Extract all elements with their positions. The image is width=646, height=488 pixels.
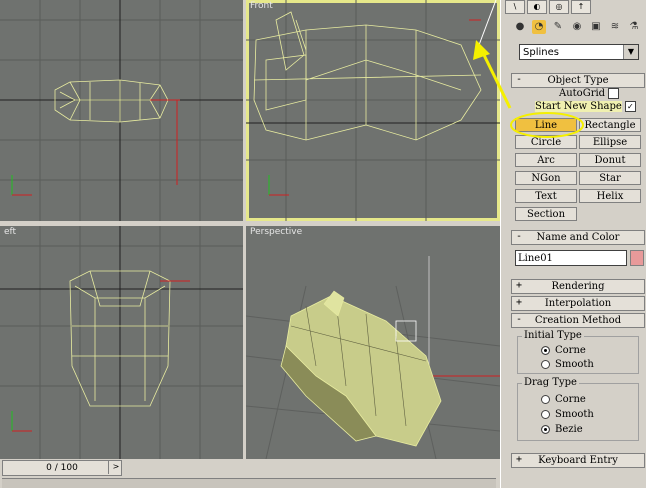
start-new-shape-row[interactable]: Start New Shape ✓ [535,101,636,112]
dropdown-value: Splines [523,47,559,58]
arc-button[interactable]: Arc [515,153,577,167]
rollout-creation-method[interactable]: - Creation Method [511,313,645,328]
object-color-swatch[interactable] [630,250,644,266]
drag-type-corner-radio[interactable]: Corne [541,394,586,405]
category-icons: ● ◔ ✎ ◉ ▣ ≋ ⚗ [513,20,641,34]
frame-counter: 0 / 100 [46,463,78,473]
track-bar[interactable] [2,478,496,488]
circle-button[interactable]: Circle [515,135,577,149]
helpers-icon[interactable]: ▣ [589,20,603,34]
chevron-down-icon[interactable]: ▼ [623,45,638,59]
tab-modify[interactable]: ◐ [527,0,547,14]
top-view-canvas [0,0,243,221]
viewport-top[interactable] [0,0,243,221]
drag-type-bezier-radio[interactable]: Bezie [541,424,583,435]
helix-button[interactable]: Helix [579,189,641,203]
next-frame-button[interactable]: > [108,460,123,474]
shapes-icon[interactable]: ◔ [532,20,546,34]
start-new-shape-checkbox[interactable]: ✓ [624,101,636,112]
rectangle-button[interactable]: Rectangle [579,118,641,132]
left-viewport-label: eft [4,227,17,237]
autogrid-row[interactable]: AutoGrid [559,88,620,99]
systems-icon[interactable]: ⚗ [627,20,641,34]
time-slider[interactable]: 0 / 100 [2,460,122,476]
initial-type-corner-radio[interactable]: Corne [541,345,586,356]
left-view-canvas [0,226,243,459]
front-viewport-label: Front [250,1,273,11]
text-button[interactable]: Text [515,189,577,203]
line-button[interactable]: Line [515,118,577,132]
ellipse-button[interactable]: Ellipse [579,135,641,149]
autogrid-checkbox[interactable] [608,88,620,99]
rollout-rendering[interactable]: + Rendering [511,279,645,294]
viewport-left[interactable]: eft [0,226,243,459]
time-bar: 0 / 100 > [0,459,500,488]
section-button[interactable]: Section [515,207,577,221]
perspective-view-canvas [246,256,500,459]
star-button[interactable]: Star [579,171,641,185]
geometry-icon[interactable]: ● [513,20,527,34]
command-panel: \ ◐ ◎ ↑ ● ◔ ✎ ◉ ▣ ≋ ⚗ Splines ▼ - Object… [500,0,646,488]
command-panel-tabs: \ ◐ ◎ ↑ [505,0,643,14]
ngon-button[interactable]: NGon [515,171,577,185]
cameras-icon[interactable]: ◉ [570,20,584,34]
rollout-keyboard-entry[interactable]: + Keyboard Entry [511,453,645,468]
tab-hierarchy[interactable]: ◎ [549,0,569,14]
initial-type-smooth-radio[interactable]: Smooth [541,359,594,370]
rollout-object-type[interactable]: - Object Type [511,73,645,88]
object-name-field[interactable]: Line01 [515,250,627,266]
drag-type-smooth-radio[interactable]: Smooth [541,409,594,420]
donut-button[interactable]: Donut [579,153,641,167]
tab-create[interactable]: \ [505,0,525,14]
perspective-viewport-label: Perspective [250,227,303,237]
rollout-interpolation[interactable]: + Interpolation [511,296,645,311]
tab-motion[interactable]: ↑ [571,0,591,14]
rollout-name-and-color[interactable]: - Name and Color [511,230,645,245]
spacewarps-icon[interactable]: ≋ [608,20,622,34]
front-view-canvas [246,0,500,221]
viewport-front[interactable]: Front [246,0,500,221]
lights-icon[interactable]: ✎ [551,20,565,34]
object-category-dropdown[interactable]: Splines ▼ [519,44,639,60]
viewport-perspective[interactable]: Perspective [246,226,500,459]
